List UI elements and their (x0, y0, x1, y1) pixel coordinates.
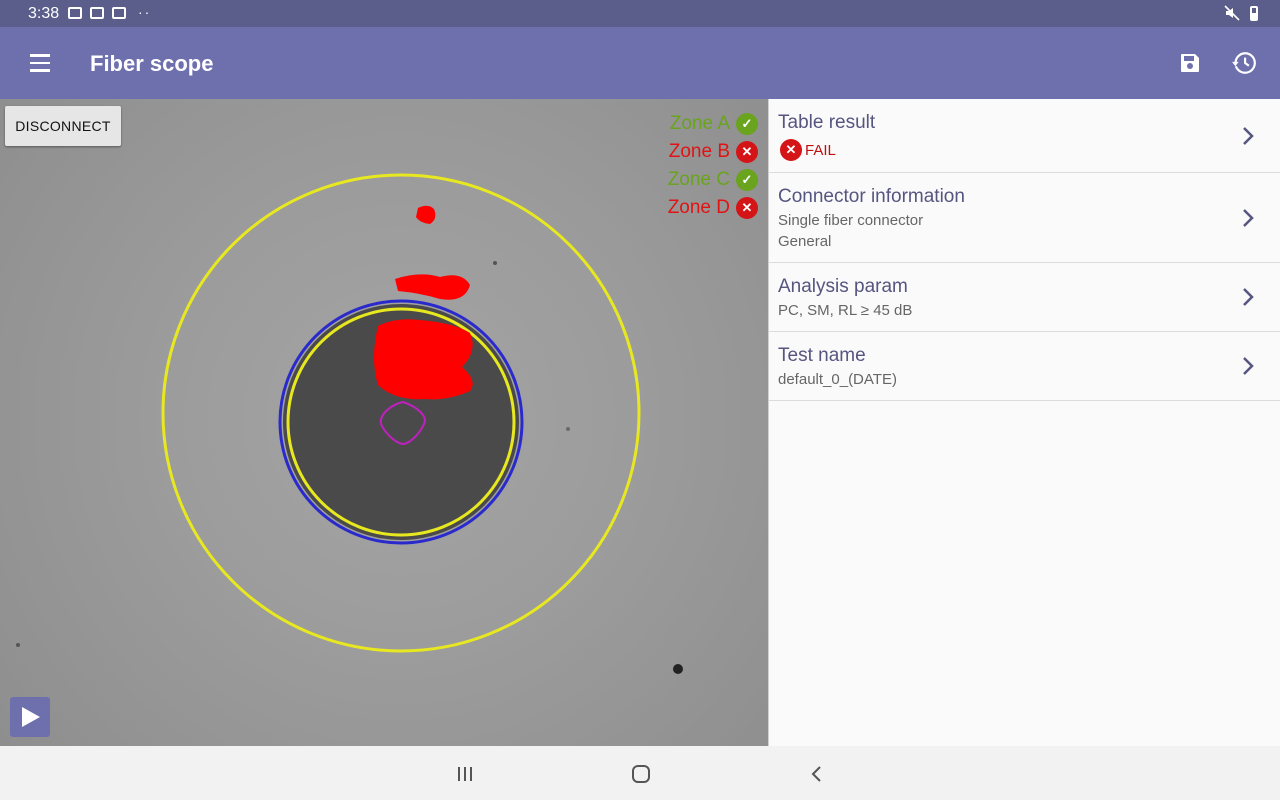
defect-2 (395, 274, 470, 300)
zone-a-label: Zone A (669, 113, 730, 134)
mute-icon (1224, 5, 1240, 21)
check-icon: ✓ (736, 113, 758, 135)
connector-category: General (778, 233, 832, 250)
recent-apps-icon (458, 767, 472, 781)
image-icon (68, 7, 82, 19)
recent-apps-button[interactable] (452, 761, 478, 787)
test-name-value: default_0_(DATE) (778, 371, 897, 388)
chevron-right-icon (1243, 288, 1254, 306)
zone-row: Zone A ✓ (668, 110, 758, 138)
connector-info-row[interactable]: Connector information Single fiber conne… (769, 173, 1280, 263)
table-result-row[interactable]: Table result ✕ FAIL (769, 99, 1280, 173)
table-result-title: Table result (778, 112, 876, 133)
fiber-image (16, 173, 683, 674)
status-time: 3:38 (28, 5, 60, 22)
analysis-param-value: PC, SM, RL ≥ 45 dB (778, 302, 913, 319)
debris-dot (673, 664, 683, 674)
defect-3 (416, 205, 436, 224)
page-title: Fiber scope (90, 51, 214, 76)
status-more: ·· (138, 4, 152, 20)
status-left-icons (68, 7, 126, 19)
chevron-right-icon (1243, 357, 1254, 375)
home-button[interactable] (628, 761, 654, 787)
disconnect-button[interactable]: DISCONNECT (5, 106, 121, 146)
test-name-title: Test name (778, 345, 866, 366)
debris-dot (493, 261, 497, 265)
error-icon: ✕ (736, 141, 758, 163)
play-icon (22, 707, 40, 727)
status-right-icons (1224, 5, 1258, 21)
results-panel: Table result ✕ FAIL Connector informatio… (768, 99, 1280, 746)
analysis-param-title: Analysis param (778, 276, 908, 297)
play-button[interactable] (10, 697, 50, 737)
history-icon (1232, 52, 1256, 74)
zone-status-list: Zone A ✓ Zone B ✕ Zone C ✓ Zone D ✕ (668, 110, 758, 222)
notification-icon (90, 7, 104, 19)
analysis-param-row[interactable]: Analysis param PC, SM, RL ≥ 45 dB (769, 263, 1280, 332)
back-icon (811, 766, 821, 782)
debris-dot (16, 643, 20, 647)
notification-icon (112, 7, 126, 19)
debris-dot (566, 427, 570, 431)
battery-icon (1250, 5, 1258, 21)
app-bar: Fiber scope (0, 27, 1280, 99)
fail-status: FAIL (805, 141, 836, 159)
home-icon (632, 765, 650, 783)
chevron-right-icon (1243, 126, 1254, 145)
save-icon (1181, 54, 1199, 72)
test-name-row[interactable]: Test name default_0_(DATE) (769, 332, 1280, 401)
zone-b-label: Zone B (668, 141, 730, 162)
check-icon: ✓ (736, 169, 758, 191)
error-icon: ✕ (736, 197, 758, 219)
connector-type: Single fiber connector (778, 212, 924, 229)
back-button[interactable] (804, 761, 830, 787)
connector-info-title: Connector information (778, 186, 965, 207)
zone-row: Zone D ✕ (668, 194, 758, 222)
fiber-scope-view: DISCONNECT Zone A ✓ Zone B ✕ Zone C ✓ Zo… (0, 99, 768, 746)
defect-1 (374, 319, 473, 400)
menu-icon[interactable] (22, 45, 58, 81)
zone-d-label: Zone D (667, 197, 730, 218)
error-icon: ✕ (780, 139, 802, 161)
zone-row: Zone B ✕ (668, 138, 758, 166)
status-bar: 3:38 ·· (0, 0, 1280, 27)
save-button[interactable] (1172, 45, 1208, 81)
zone-c-label: Zone C (667, 169, 730, 190)
system-nav-bar (0, 746, 1280, 800)
zone-row: Zone C ✓ (668, 166, 758, 194)
chevron-right-icon (1243, 208, 1254, 227)
fail-badge: ✕ FAIL (780, 139, 1220, 161)
history-button[interactable] (1226, 45, 1262, 81)
